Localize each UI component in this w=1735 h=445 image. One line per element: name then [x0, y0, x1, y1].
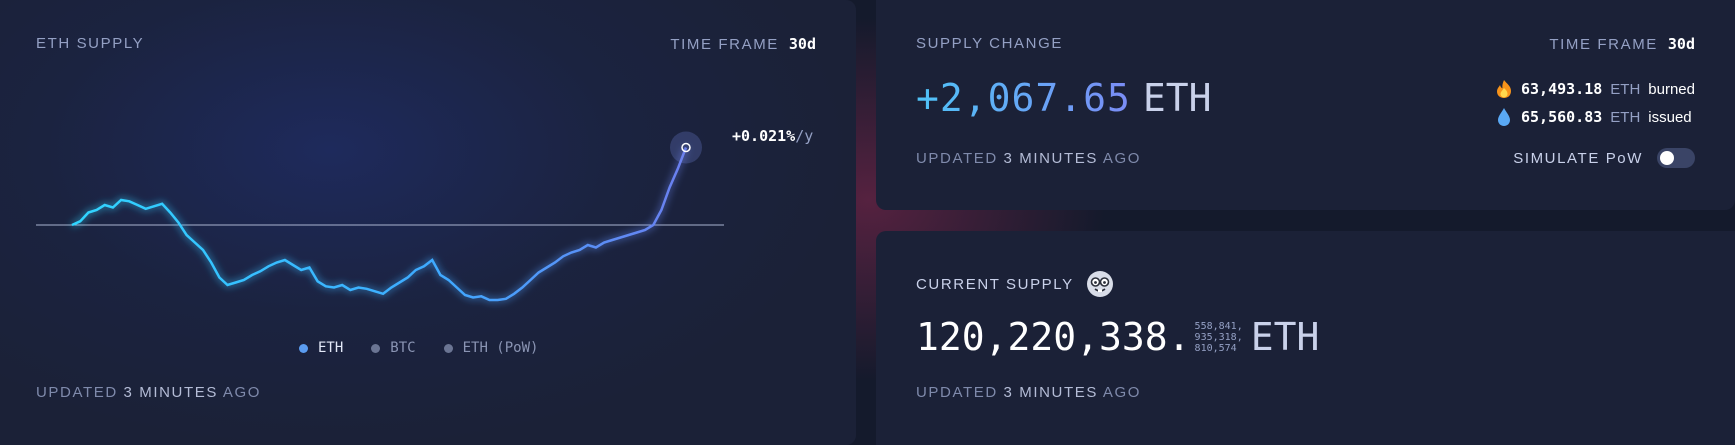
current-supply-amount: 120,220,338. 558,841, 935,318, 810,574 E… — [916, 315, 1319, 359]
supply-change-card: SUPPLY CHANGE TIME FRAME 30d +2,067.65 E… — [876, 0, 1735, 210]
simulate-pow-toggle[interactable] — [1657, 148, 1695, 168]
decimals-line-2: 935,318, — [1194, 331, 1243, 343]
legend-dot-btc — [371, 343, 381, 353]
burned-label: burned — [1648, 80, 1695, 98]
current-supply-updated: UPDATED 3 MINUTES AGO — [916, 384, 1141, 401]
simulate-pow-label: SIMULATE PoW — [1513, 149, 1643, 167]
current-supply-decimals: 558,841, 935,318, 810,574 — [1195, 321, 1243, 354]
supply-rate-unit: /y — [795, 127, 814, 145]
updated-time: 3 MINUTES — [1003, 384, 1098, 401]
updated-prefix: UPDATED — [36, 384, 118, 401]
supply-change-amount: +2,067.65 ETH — [916, 76, 1212, 120]
issued-row: 65,560.83 ETH issued — [1495, 107, 1695, 127]
fire-icon — [1497, 80, 1511, 98]
legend-item-eth-pow[interactable]: ETH (PoW) — [443, 340, 539, 356]
legend-item-btc[interactable]: BTC — [371, 340, 416, 356]
issued-label: issued — [1648, 108, 1692, 126]
chart-updated-text: UPDATED 3 MINUTES AGO — [36, 384, 261, 401]
current-supply-title: CURRENT SUPPLY — [916, 275, 1074, 293]
updated-time: 3 MINUTES — [1003, 150, 1098, 167]
current-supply-header: CURRENT SUPPLY — [916, 270, 1114, 298]
supply-rate-value: +0.021% — [732, 127, 796, 145]
droplet-icon — [1498, 108, 1510, 126]
eth-supply-card: ETH SUPPLY TIME FRAME 30d +0.021%/y ETH — [0, 0, 856, 445]
current-supply-card: CURRENT SUPPLY 120,220,338. 558,841, 935… — [876, 231, 1735, 445]
decimals-line-1: 558,841, — [1194, 320, 1243, 332]
time-frame-value[interactable]: 30d — [1668, 35, 1695, 53]
eth-series-line — [71, 147, 688, 302]
legend-dot-eth — [299, 343, 308, 353]
supply-rate: +0.021%/y — [732, 127, 813, 145]
supply-change-value: +2,067.65 — [916, 76, 1131, 120]
issued-unit: ETH — [1610, 108, 1641, 126]
supply-change-title: SUPPLY CHANGE — [916, 35, 1063, 52]
legend-label-eth: ETH — [318, 340, 344, 356]
legend-label-eth-pow: ETH (PoW) — [462, 340, 539, 356]
line-end-halo — [670, 131, 702, 164]
decimals-line-3: 810,574 — [1194, 342, 1237, 354]
legend-dot-eth-pow — [443, 343, 453, 353]
nerd-face-icon[interactable] — [1086, 270, 1114, 298]
simulate-pow-control: SIMULATE PoW — [1513, 148, 1695, 168]
updated-time: 3 MINUTES — [123, 384, 218, 401]
supply-line-chart — [36, 131, 724, 302]
supply-change-time-frame[interactable]: TIME FRAME 30d — [1549, 35, 1695, 53]
supply-change-updated: UPDATED 3 MINUTES AGO — [916, 150, 1141, 167]
chart-legend: ETH BTC ETH (PoW) — [299, 340, 538, 356]
current-supply-unit: ETH — [1250, 315, 1320, 359]
burned-unit: ETH — [1610, 80, 1641, 98]
toggle-knob — [1660, 151, 1674, 165]
time-frame-label: TIME FRAME — [1549, 35, 1658, 53]
legend-item-eth[interactable]: ETH — [299, 340, 343, 356]
burned-value: 63,493.18 — [1521, 80, 1603, 98]
supply-change-unit: ETH — [1142, 76, 1212, 120]
burned-row: 63,493.18 ETH burned — [1495, 79, 1695, 99]
burn-issue-breakdown: 63,493.18 ETH burned 65,560.83 ETH issue… — [1495, 79, 1695, 127]
updated-suffix: AGO — [1102, 384, 1142, 401]
current-supply-main: 120,220,338. — [916, 315, 1191, 359]
legend-label-btc: BTC — [390, 340, 416, 356]
updated-prefix: UPDATED — [916, 384, 998, 401]
updated-suffix: AGO — [222, 384, 262, 401]
issued-value: 65,560.83 — [1521, 108, 1603, 126]
updated-prefix: UPDATED — [916, 150, 998, 167]
updated-suffix: AGO — [1102, 150, 1142, 167]
